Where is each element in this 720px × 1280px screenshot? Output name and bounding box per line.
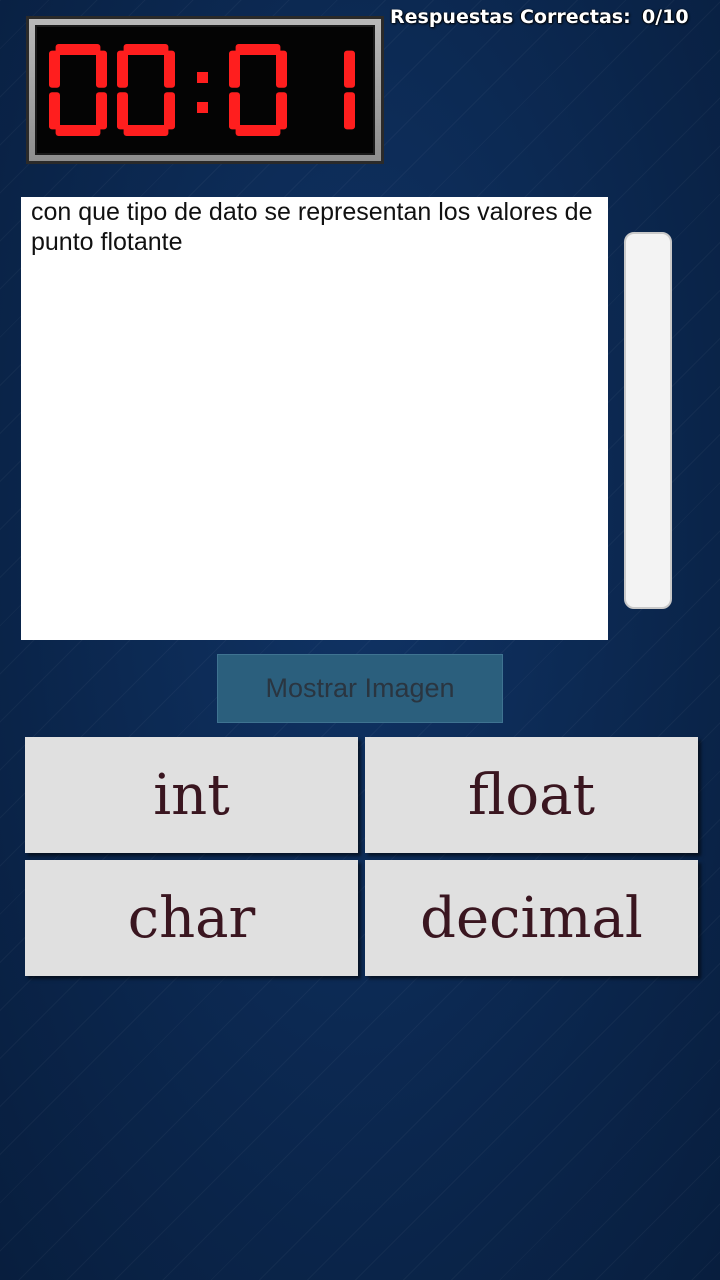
timer-segment xyxy=(96,50,107,88)
timer-segment xyxy=(229,50,240,88)
timer-colon xyxy=(197,72,208,83)
timer-digits xyxy=(49,44,355,136)
answer-button-decimal[interactable]: decimal xyxy=(365,860,698,976)
timer-segment xyxy=(117,92,128,130)
timer-segment xyxy=(235,125,281,136)
timer-segment xyxy=(49,50,60,88)
timer-segment xyxy=(164,92,175,130)
timer-segment xyxy=(49,92,60,130)
score-value: 0/10 xyxy=(642,6,689,28)
timer-colon xyxy=(197,102,208,113)
timer-segment xyxy=(96,92,107,130)
timer-segment xyxy=(55,125,101,136)
timer-segment xyxy=(344,92,355,130)
timer-screen xyxy=(35,25,375,155)
timer-segment xyxy=(235,44,281,55)
answer-button-int[interactable]: int xyxy=(25,737,358,853)
answer-button-float[interactable]: float xyxy=(365,737,698,853)
score-label: Respuestas Correctas: xyxy=(390,6,631,28)
timer-segment xyxy=(276,92,287,130)
timer-segment xyxy=(123,125,169,136)
question-panel: con que tipo de dato se representan los … xyxy=(21,197,608,640)
question-scrollbar[interactable] xyxy=(624,232,672,609)
answer-button-char[interactable]: char xyxy=(25,860,358,976)
timer-segment xyxy=(229,92,240,130)
timer-segment xyxy=(55,44,101,55)
timer-segment xyxy=(276,50,287,88)
timer-segment xyxy=(164,50,175,88)
timer-segment xyxy=(123,44,169,55)
timer-segment xyxy=(117,50,128,88)
question-text: con que tipo de dato se representan los … xyxy=(31,198,593,256)
timer-display xyxy=(26,16,384,164)
show-image-button[interactable]: Mostrar Imagen xyxy=(217,654,503,723)
timer-segment xyxy=(344,50,355,88)
